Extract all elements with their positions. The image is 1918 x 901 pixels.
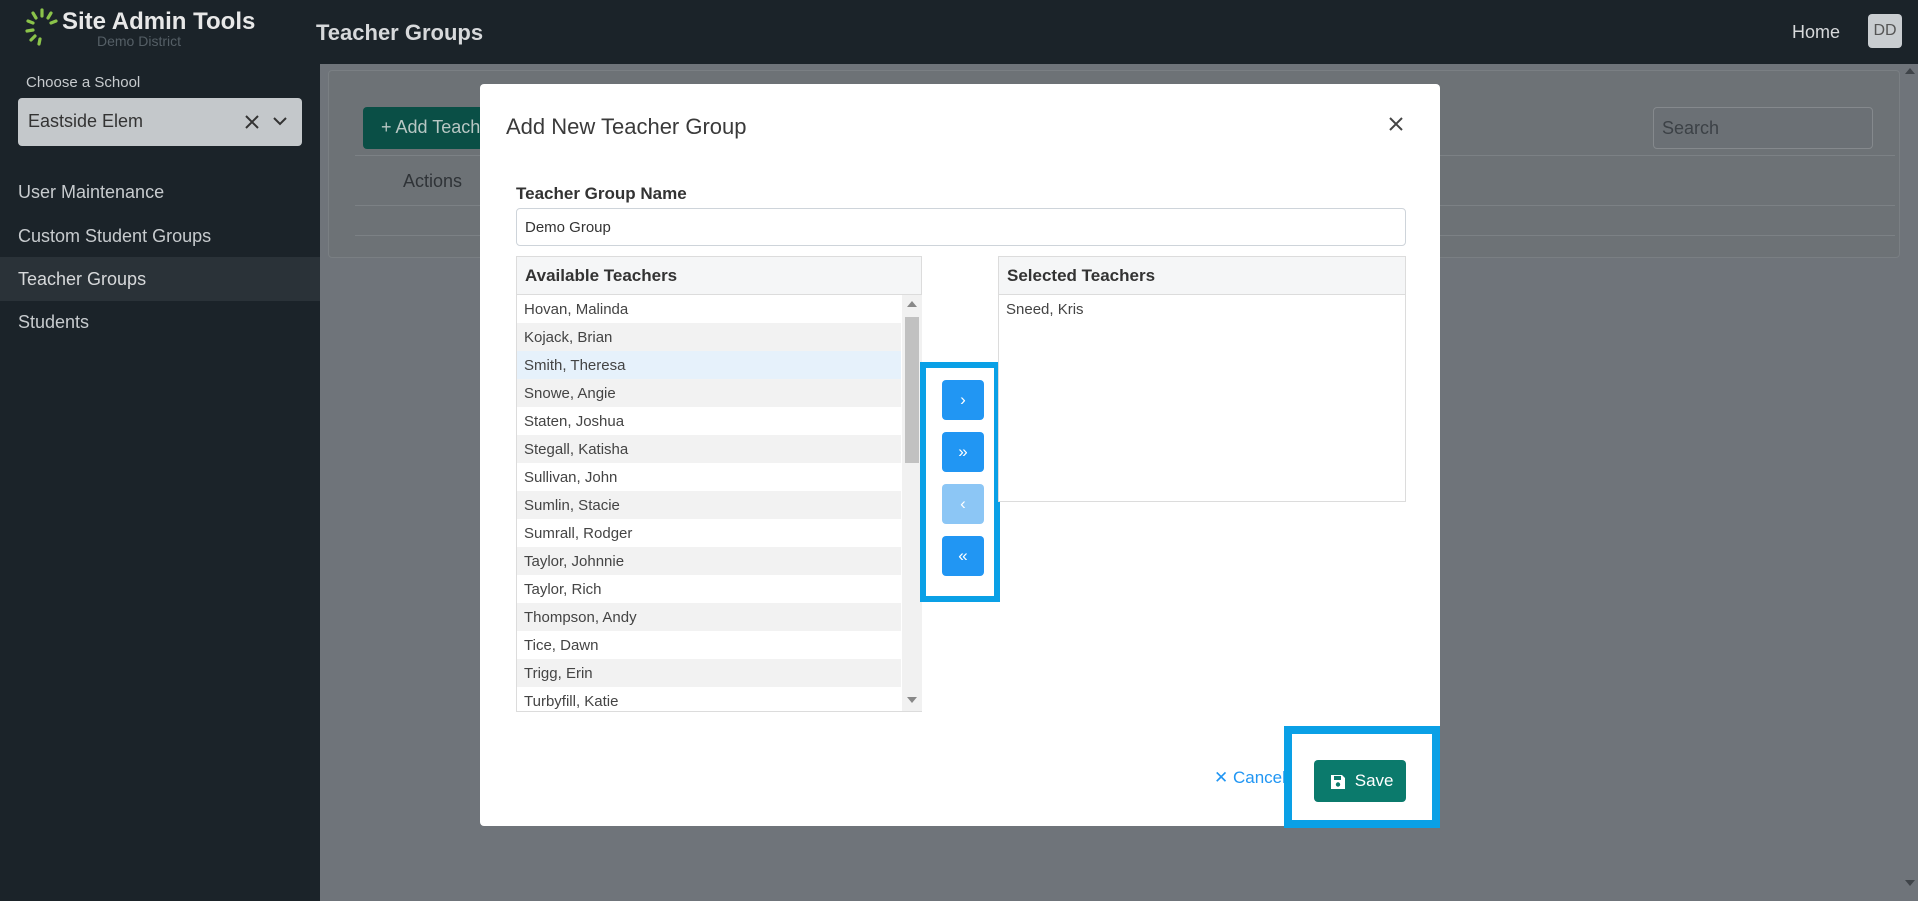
selected-teachers-body: Sneed, Kris (999, 295, 1405, 323)
save-button-highlight: Save (1284, 726, 1440, 828)
close-icon[interactable] (1386, 114, 1406, 134)
list-item[interactable]: Trigg, Erin (517, 659, 901, 687)
actions-column-header: Actions (403, 171, 463, 191)
list-item[interactable]: Taylor, Johnnie (517, 547, 901, 575)
list-scrollbar[interactable] (902, 295, 922, 711)
scrollbar-thumb[interactable] (905, 317, 919, 463)
list-item[interactable]: Staten, Joshua (517, 407, 901, 435)
page-scrollbar[interactable] (1902, 64, 1918, 901)
list-item[interactable]: Taylor, Rich (517, 575, 901, 603)
selected-teachers-header: Selected Teachers (999, 257, 1405, 295)
app-title: Site Admin Tools (62, 8, 256, 35)
available-teachers-header: Available Teachers (517, 257, 921, 295)
avatar[interactable]: DD (1868, 14, 1902, 48)
search-input: Search (1653, 107, 1873, 149)
chevron-down-icon[interactable] (270, 111, 290, 131)
save-button[interactable]: Save (1314, 760, 1406, 802)
school-select-value: Eastside Elem (28, 111, 144, 131)
list-item[interactable]: Kojack, Brian (517, 323, 901, 351)
move-left-button[interactable]: ‹ (942, 484, 984, 524)
sidebar-item-user-maintenance[interactable]: User Maintenance (0, 170, 320, 214)
sidebar: Choose a School Eastside Elem User Maint… (0, 64, 320, 901)
list-item[interactable]: Turbyfill, Katie (517, 687, 901, 711)
move-buttons-highlight: › » ‹ « (920, 362, 1000, 602)
move-all-right-button[interactable]: » (942, 432, 984, 472)
list-item[interactable]: Snowe, Angie (517, 379, 901, 407)
list-item[interactable]: Stegall, Katisha (517, 435, 901, 463)
move-right-button[interactable]: › (942, 380, 984, 420)
list-item[interactable]: Sullivan, John (517, 463, 901, 491)
scroll-down-icon[interactable] (1905, 880, 1915, 886)
group-name-input[interactable] (516, 208, 1406, 246)
sidebar-item-students[interactable]: Students (0, 300, 320, 344)
list-item[interactable]: Sumrall, Rodger (517, 519, 901, 547)
cancel-button[interactable]: ✕ Cancel (1214, 768, 1286, 788)
sidebar-item-custom-student-groups[interactable]: Custom Student Groups (0, 214, 320, 258)
list-item[interactable]: Sumlin, Stacie (517, 491, 901, 519)
clear-icon[interactable] (242, 112, 262, 132)
sidebar-item-teacher-groups[interactable]: Teacher Groups (0, 257, 320, 301)
available-teachers-list: Available Teachers Hovan, Malinda Kojack… (516, 256, 922, 712)
app-subtitle: Demo District (97, 33, 182, 49)
selected-teachers-list: Selected Teachers Sneed, Kris (998, 256, 1406, 502)
list-item[interactable]: Hovan, Malinda (517, 295, 901, 323)
group-name-label: Teacher Group Name (516, 184, 687, 203)
available-teachers-body: Hovan, Malinda Kojack, Brian Smith, Ther… (517, 295, 901, 711)
home-link[interactable]: Home (1792, 22, 1840, 43)
list-item[interactable]: Tice, Dawn (517, 631, 901, 659)
page-title: Teacher Groups (316, 20, 484, 45)
scroll-up-icon[interactable] (1905, 68, 1915, 74)
logo-icon (25, 8, 58, 46)
list-item[interactable]: Sneed, Kris (999, 295, 1405, 323)
scroll-down-icon[interactable] (907, 697, 917, 703)
floppy-disk-icon (1331, 774, 1345, 789)
modal-title: Add New Teacher Group (506, 114, 747, 139)
school-select[interactable]: Eastside Elem (18, 98, 302, 146)
scroll-up-icon[interactable] (907, 301, 917, 307)
save-button-label: Save (1354, 771, 1394, 790)
list-item[interactable]: Thompson, Andy (517, 603, 901, 631)
top-bar: Site Admin Tools Demo District Teacher G… (0, 0, 1918, 64)
list-item[interactable]: Smith, Theresa (517, 351, 901, 379)
add-teacher-group-modal: Add New Teacher Group Teacher Group Name… (480, 84, 1440, 828)
school-label: Choose a School (26, 74, 141, 91)
move-all-left-button[interactable]: « (942, 536, 984, 576)
